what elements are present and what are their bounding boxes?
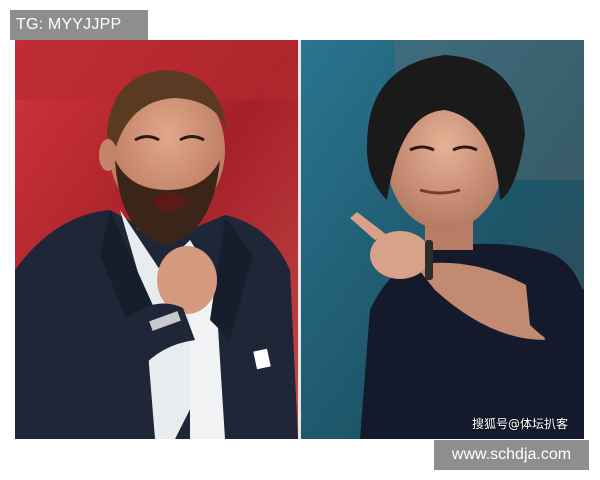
watermark-tag-label: TG: MYYJJPP xyxy=(10,10,148,40)
watermark-url-label: www.schdja.com xyxy=(434,440,589,470)
panel-divider xyxy=(298,40,301,439)
right-photo-panel xyxy=(301,40,584,439)
composite-photo: 搜狐号@体坛扒客 xyxy=(15,40,584,439)
photo-caption: 搜狐号@体坛扒客 xyxy=(471,417,568,431)
left-photo-panel xyxy=(15,40,298,439)
